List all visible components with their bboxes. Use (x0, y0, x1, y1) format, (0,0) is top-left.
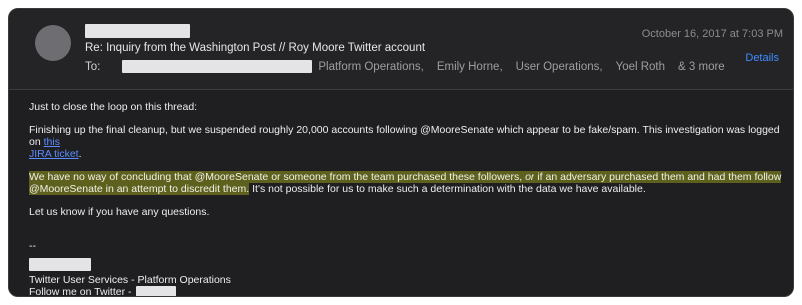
signature-team: Twitter User Services - Platform Operati… (29, 274, 231, 286)
redacted-recipient (122, 60, 313, 73)
body-paragraph-1: Just to close the loop on this thread: (29, 101, 198, 113)
details-link[interactable]: Details (745, 52, 779, 64)
body-paragraph-3: We have no way of concluding that @Moore… (29, 171, 789, 195)
redacted-twitter-handle (135, 286, 176, 296)
email-window: Re: Inquiry from the Washington Post // … (8, 8, 794, 297)
body-paragraph-2-end: . (78, 148, 82, 160)
redacted-sender-name (85, 24, 190, 38)
highlighted-text-3: @MooreSenate in an attempt to discredit … (29, 183, 250, 195)
email-body: Just to close the loop on this thread: F… (29, 101, 789, 229)
body-paragraph-2: Finishing up the final cleanup, but we s… (29, 124, 789, 160)
body-paragraph-3-rest: It's not possible for us to make such a … (249, 183, 646, 195)
recipient-user-operations[interactable]: User Operations, (516, 61, 603, 73)
signature-dash: -- (29, 240, 36, 252)
recipients-row: To: Platform Operations, Emily Horne, Us… (85, 60, 725, 73)
email-date: October 16, 2017 at 7:03 PM (641, 28, 783, 40)
email-subject: Re: Inquiry from the Washington Post // … (85, 42, 426, 54)
sender-avatar (35, 25, 71, 61)
more-recipients[interactable]: & 3 more (678, 61, 725, 73)
signature-follow: Follow me on Twitter - (29, 286, 176, 297)
body-paragraph-4: Let us know if you have any questions. (29, 206, 210, 218)
email-header: Re: Inquiry from the Washington Post // … (9, 9, 793, 90)
recipient-emily-horne[interactable]: Emily Horne, (437, 61, 503, 73)
signature-follow-text: Follow me on Twitter - (29, 286, 132, 297)
jira-link-this[interactable]: this (44, 136, 60, 148)
recipient-yoel-roth[interactable]: Yoel Roth (616, 61, 665, 73)
redacted-signature-name (29, 258, 91, 271)
recipient-platform-operations[interactable]: Platform Operations, (318, 61, 423, 73)
highlighted-text-1: We have no way of concluding that @Moore… (29, 171, 526, 183)
body-paragraph-2-text: Finishing up the final cleanup, but we s… (29, 124, 780, 148)
highlighted-text-2: if an adversary purchased them and had t… (534, 171, 782, 183)
to-label: To: (85, 60, 101, 73)
jira-link-ticket[interactable]: JIRA ticket (29, 148, 79, 160)
